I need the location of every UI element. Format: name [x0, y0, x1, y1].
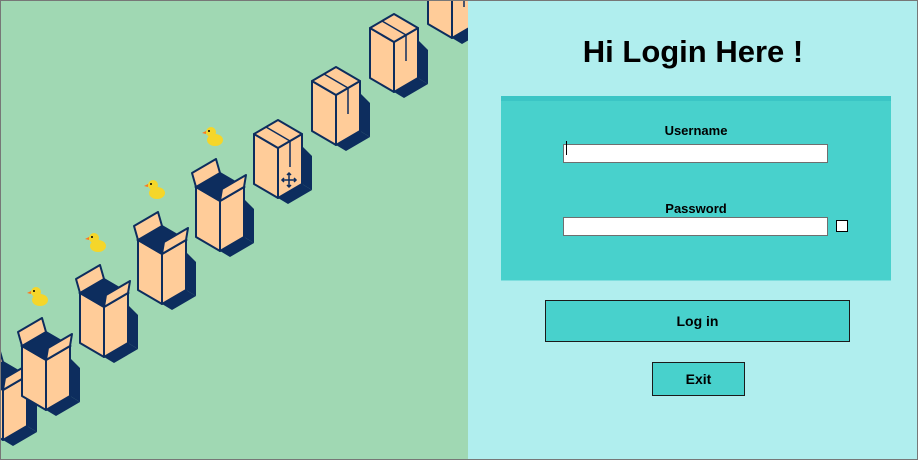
- box-icon: [75, 264, 138, 363]
- show-password-checkbox[interactable]: [836, 220, 848, 232]
- illustration-panel: [0, 0, 468, 460]
- box-icon: [191, 158, 254, 257]
- page-title: Hi Login Here !: [582, 34, 804, 69]
- credentials-form: Username Password: [501, 96, 891, 281]
- login-button[interactable]: Log in: [545, 300, 850, 342]
- box-icon: [427, 0, 468, 44]
- box-icon: [311, 66, 370, 151]
- duck-icon: [202, 127, 223, 146]
- exit-button[interactable]: Exit: [652, 362, 745, 396]
- box-icon: [253, 119, 312, 204]
- login-window: Hi Login Here ! Username Password Log in…: [0, 0, 918, 460]
- login-panel: Hi Login Here ! Username Password Log in…: [468, 0, 918, 460]
- box-icon: [369, 13, 428, 98]
- password-input[interactable]: [563, 217, 828, 236]
- password-label: Password: [665, 201, 727, 216]
- boxes-illustration: [0, 0, 468, 446]
- text-cursor: [566, 141, 567, 155]
- username-input[interactable]: [563, 144, 828, 163]
- duck-icon: [144, 180, 165, 199]
- box-icon: [133, 211, 196, 310]
- username-label: Username: [664, 123, 728, 138]
- duck-icon: [85, 233, 106, 252]
- duck-icon: [27, 287, 48, 306]
